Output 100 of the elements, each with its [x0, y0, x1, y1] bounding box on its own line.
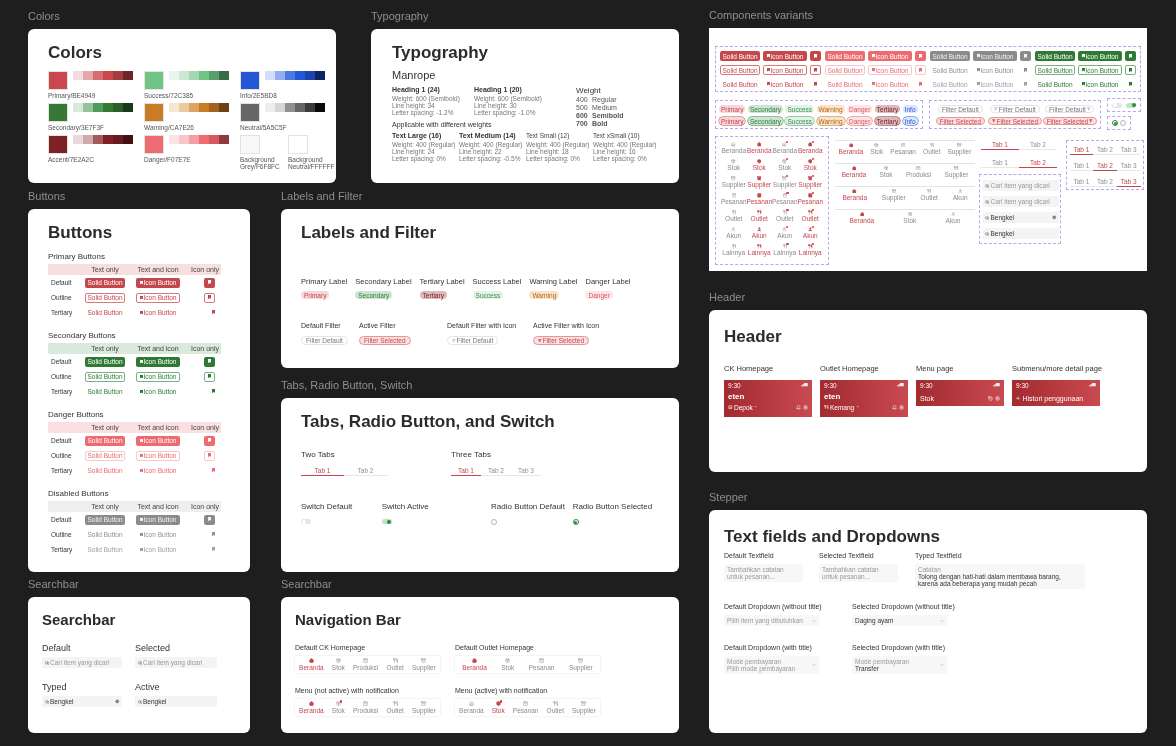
bookmark-icon — [207, 359, 212, 364]
frame-label: Colors — [28, 9, 61, 23]
bookmark-button[interactable] — [915, 65, 926, 75]
clear-icon[interactable] — [115, 699, 120, 704]
bookmark-button[interactable] — [211, 547, 215, 552]
card-title: Labels and Filter — [301, 223, 438, 243]
bookmark-icon — [207, 438, 212, 443]
settings-icon[interactable] — [803, 404, 808, 410]
bag-icon — [808, 193, 813, 198]
bookmark-icon — [211, 389, 215, 394]
bookmark-icon — [813, 67, 818, 73]
clear-icon[interactable] — [1051, 215, 1056, 220]
bookmark-button[interactable] — [204, 277, 215, 288]
fork-knife-icon — [731, 244, 736, 249]
toggle-switch[interactable] — [1112, 102, 1122, 108]
house-icon — [851, 165, 857, 170]
bookmark-icon — [918, 81, 923, 87]
toggle-switch[interactable] — [301, 519, 311, 524]
frame-label: Labels and Filter — [281, 189, 364, 203]
search-icon — [137, 699, 142, 704]
bookmark-icon — [976, 68, 980, 72]
bookmark-icon — [211, 468, 215, 473]
bookmark-button[interactable] — [915, 51, 926, 61]
signal-icon — [896, 383, 901, 387]
bookmark-button[interactable] — [204, 292, 215, 303]
bookmark-button[interactable] — [211, 310, 215, 315]
bookmark-icon — [1128, 53, 1133, 59]
person-icon — [950, 211, 956, 216]
bookmark-button[interactable] — [1020, 51, 1031, 61]
bookmark-button[interactable] — [204, 514, 215, 525]
house-icon — [782, 142, 787, 147]
fork-knife-icon — [552, 701, 558, 707]
bookmark-icon — [1023, 53, 1028, 59]
battery-icon — [901, 383, 904, 387]
box-icon — [883, 165, 889, 170]
control-title: Radio Button Default — [491, 502, 565, 511]
box-icon — [757, 159, 762, 164]
bookmark-button[interactable] — [1125, 51, 1136, 61]
group-title: Danger Buttons — [48, 410, 104, 419]
bookmark-button[interactable] — [211, 468, 215, 473]
person-icon — [957, 188, 963, 193]
bookmark-button[interactable] — [810, 65, 821, 75]
bookmark-button[interactable] — [918, 81, 923, 87]
bookmark-icon — [1023, 67, 1028, 73]
fork-knife-icon — [392, 701, 398, 707]
radio-button[interactable] — [1112, 120, 1118, 126]
archive-icon — [731, 176, 736, 181]
bookmark-button[interactable] — [204, 356, 215, 367]
house-icon — [848, 142, 854, 147]
fork-knife-icon — [731, 210, 736, 215]
frame-label: Typography — [371, 9, 430, 23]
bell-icon[interactable] — [892, 404, 897, 410]
bookmark-button[interactable] — [204, 435, 215, 446]
bookmark-icon — [918, 67, 923, 73]
box-icon — [335, 658, 341, 664]
bookmark-button[interactable] — [204, 371, 215, 382]
brand-name: eten — [728, 391, 745, 401]
box-icon — [505, 658, 511, 664]
field-title: Active — [135, 682, 160, 692]
house-icon — [468, 701, 474, 707]
bell-icon[interactable] — [796, 404, 801, 410]
frame-label: Tabs, Radio Button, Switch — [281, 378, 414, 392]
bookmark-button[interactable] — [1023, 67, 1028, 73]
bookmark-button[interactable] — [211, 532, 215, 537]
back-arrow-icon[interactable] — [1016, 396, 1021, 401]
bookmark-button[interactable] — [1125, 65, 1136, 75]
house-icon — [308, 701, 314, 707]
bookmark-button[interactable] — [813, 81, 818, 87]
card-title: Buttons — [48, 223, 114, 243]
bookmark-icon — [871, 54, 875, 58]
settings-icon[interactable] — [995, 396, 1000, 401]
bookmark-icon — [139, 532, 143, 537]
bookmark-button[interactable] — [1023, 81, 1028, 87]
bookmark-button[interactable] — [1128, 81, 1133, 87]
settings-icon[interactable] — [899, 404, 904, 410]
box-icon — [731, 159, 736, 164]
toggle-switch[interactable] — [1126, 102, 1136, 108]
bookmark-icon — [813, 53, 818, 59]
control-title: Switch Default — [301, 502, 353, 511]
fork-knife-icon — [808, 244, 813, 249]
toggle-switch[interactable] — [381, 519, 392, 524]
house-icon — [308, 658, 314, 664]
archive-icon — [782, 176, 787, 181]
card-title: Typography — [392, 43, 489, 63]
font-name: Manrope — [392, 69, 436, 82]
search-icon — [137, 660, 142, 665]
funnel-icon — [538, 338, 542, 343]
fork-knife-icon — [392, 658, 398, 664]
box-icon — [808, 159, 813, 164]
frame-label: Stepper — [709, 490, 749, 504]
history-icon[interactable] — [988, 396, 993, 401]
bookmark-button[interactable] — [204, 450, 215, 461]
fork-knife-icon — [782, 210, 787, 215]
bookmark-button[interactable] — [810, 51, 821, 61]
bookmark-button[interactable] — [211, 389, 215, 394]
bookmark-icon — [871, 82, 875, 86]
fork-knife-icon — [824, 404, 829, 410]
bookmark-icon — [976, 82, 980, 86]
radio-button[interactable] — [572, 519, 579, 525]
fork-knife-icon — [757, 244, 762, 249]
